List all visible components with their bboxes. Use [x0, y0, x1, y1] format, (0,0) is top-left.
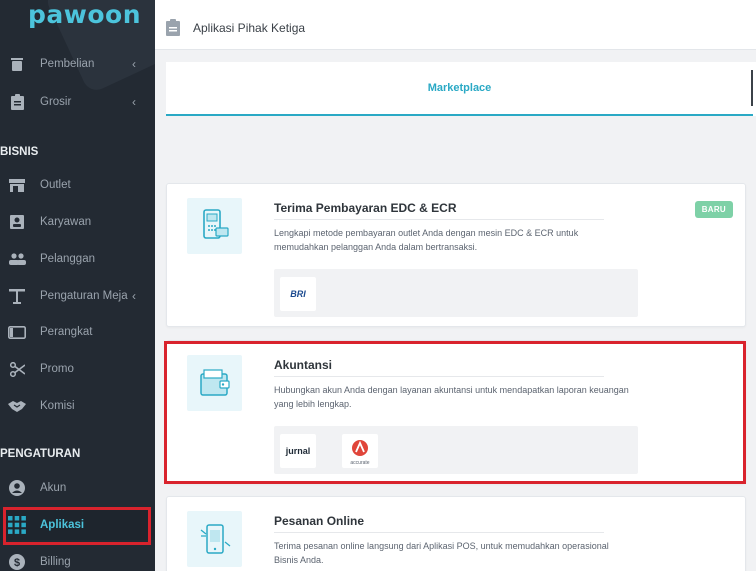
sidebar-item-grosir[interactable]: Grosir ‹ [0, 87, 155, 117]
bri-logo-text: BRI [290, 289, 306, 299]
divider [274, 376, 604, 377]
people-icon [8, 250, 26, 268]
dollar-icon: $ [8, 553, 26, 571]
section-title-pengaturan: PENGATURAN [0, 448, 81, 460]
app-card-pesanan-online: Pesanan Online Terima pesanan online lan… [166, 496, 746, 571]
sidebar-item-pengaturan-meja[interactable]: Pengaturan Meja ‹ [0, 281, 155, 311]
clipboard-icon [8, 93, 26, 111]
sidebar: pawoon Pembelian ‹ Grosir ‹ BISNIS Outle… [0, 0, 155, 571]
card-description: Terima pesanan online langsung dari Apli… [274, 541, 609, 565]
store-icon [8, 176, 26, 194]
online-order-icon [187, 511, 242, 567]
sidebar-item-label: Billing [40, 556, 71, 568]
app-card-edc-ecr: Terima Pembayaran EDC & ECR BARU Lengkap… [166, 183, 746, 327]
wallet-icon [187, 355, 242, 411]
accurate-logo[interactable]: accurate [342, 434, 378, 468]
sidebar-item-label: Karyawan [40, 216, 92, 228]
partner-logos: jurnal accurate [274, 426, 638, 474]
tab-marketplace[interactable]: Marketplace [166, 62, 753, 116]
card-description: Lengkapi metode pembayaran outlet Anda d… [274, 228, 579, 252]
card-title[interactable]: Akuntansi [274, 358, 332, 372]
new-badge: BARU [694, 201, 733, 218]
table-icon [8, 287, 26, 305]
chevron-left-icon: ‹ [132, 289, 136, 303]
sidebar-item-pelanggan[interactable]: Pelanggan [0, 244, 155, 274]
sidebar-item-label: Pengaturan Meja [40, 290, 128, 302]
accurate-logo-text: accurate [350, 460, 370, 466]
highlight-box-aplikasi [3, 507, 151, 545]
sidebar-item-billing[interactable]: $ Billing [0, 547, 155, 571]
divider [274, 532, 604, 533]
sidebar-item-label: Grosir [40, 96, 72, 108]
tablet-icon [8, 323, 26, 341]
sidebar-item-label: Pembelian [40, 58, 95, 70]
user-circle-icon [8, 479, 26, 497]
sidebar-item-promo[interactable]: Promo [0, 354, 155, 384]
card-description: Hubungkan akun Anda dengan layanan akunt… [274, 385, 629, 409]
document-icon [166, 19, 180, 36]
jurnal-logo-text: jurnal [285, 446, 311, 456]
sidebar-item-label: Komisi [40, 400, 75, 412]
sidebar-item-label: Perangkat [40, 326, 93, 338]
app-card-akuntansi: Akuntansi Hubungkan akun Anda dengan lay… [166, 340, 746, 484]
page-title: Aplikasi Pihak Ketiga [193, 21, 306, 35]
sidebar-item-label: Akun [40, 482, 67, 494]
page-header: Aplikasi Pihak Ketiga [155, 0, 756, 50]
svg-text:$: $ [14, 557, 20, 569]
trash-icon [8, 55, 26, 73]
jurnal-logo[interactable]: jurnal [280, 434, 316, 468]
section-title-bisnis: BISNIS [0, 146, 39, 158]
partner-logos: BRI [274, 269, 638, 317]
sidebar-item-label: Pelanggan [40, 253, 95, 265]
chevron-left-icon: ‹ [132, 57, 136, 71]
sidebar-item-pembelian[interactable]: Pembelian ‹ [0, 49, 155, 79]
sidebar-item-akun[interactable]: Akun [0, 473, 155, 503]
edc-machine-icon [187, 198, 242, 254]
sidebar-item-label: Outlet [40, 179, 71, 191]
sidebar-item-komisi[interactable]: Komisi [0, 391, 155, 421]
card-title[interactable]: Pesanan Online [274, 514, 364, 528]
sidebar-item-karyawan[interactable]: Karyawan [0, 207, 155, 237]
sidebar-item-outlet[interactable]: Outlet [0, 170, 155, 200]
handshake-icon [8, 397, 26, 415]
card-title[interactable]: Terima Pembayaran EDC & ECR [274, 201, 457, 215]
divider [274, 219, 604, 220]
pawoon-logo[interactable]: pawoon [28, 0, 141, 29]
sidebar-item-perangkat[interactable]: Perangkat [0, 317, 155, 347]
sidebar-item-label: Promo [40, 363, 74, 375]
tab-divider [751, 70, 753, 106]
tab-bar: Marketplace [166, 62, 756, 116]
bri-logo[interactable]: BRI [280, 277, 316, 311]
scissors-icon [8, 360, 26, 378]
chevron-left-icon: ‹ [132, 95, 136, 109]
id-badge-icon [8, 213, 26, 231]
